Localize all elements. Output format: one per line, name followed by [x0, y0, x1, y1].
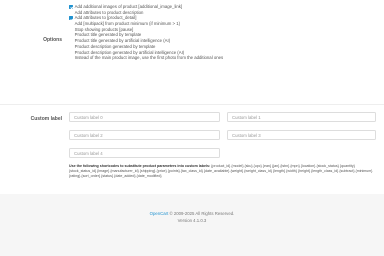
opencart-link[interactable]: OpenCart	[150, 211, 169, 216]
shortcodes-hint: Use the following shortcodes to substitu…	[69, 164, 373, 179]
settings-panel: Options Add additional images of product…	[0, 0, 384, 194]
option-row[interactable]: Instead of the main product image, use t…	[69, 55, 369, 61]
option-label: Instead of the main product image, use t…	[74, 55, 224, 61]
version-text: Version 4.1.0.3	[177, 217, 207, 223]
custom-label-2-input[interactable]: Custom label 2	[69, 130, 220, 140]
shortcodes-hint-intro: Use the following shortcodes to substitu…	[69, 164, 211, 168]
copyright-text: © 2009-2025 All Rights Reserved.	[168, 211, 235, 216]
custom-label-4-input[interactable]: Custom label 4	[69, 148, 220, 158]
option-checkbox[interactable]	[69, 16, 73, 21]
options-label: Options	[43, 37, 62, 43]
section-divider	[0, 104, 384, 105]
custom-label-0-input[interactable]: Custom label 0	[69, 112, 220, 122]
custom-label-3-input[interactable]: Custom label 3	[227, 130, 376, 140]
custom-label-1-input[interactable]: Custom label 1	[227, 112, 376, 122]
options-checkbox-list: Add additional images of product [additi…	[69, 4, 369, 61]
page-footer: OpenCart © 2009-2025 All Rights Reserved…	[0, 211, 384, 224]
option-checkbox[interactable]	[69, 5, 73, 9]
custom-label-heading: Custom label	[30, 116, 62, 122]
